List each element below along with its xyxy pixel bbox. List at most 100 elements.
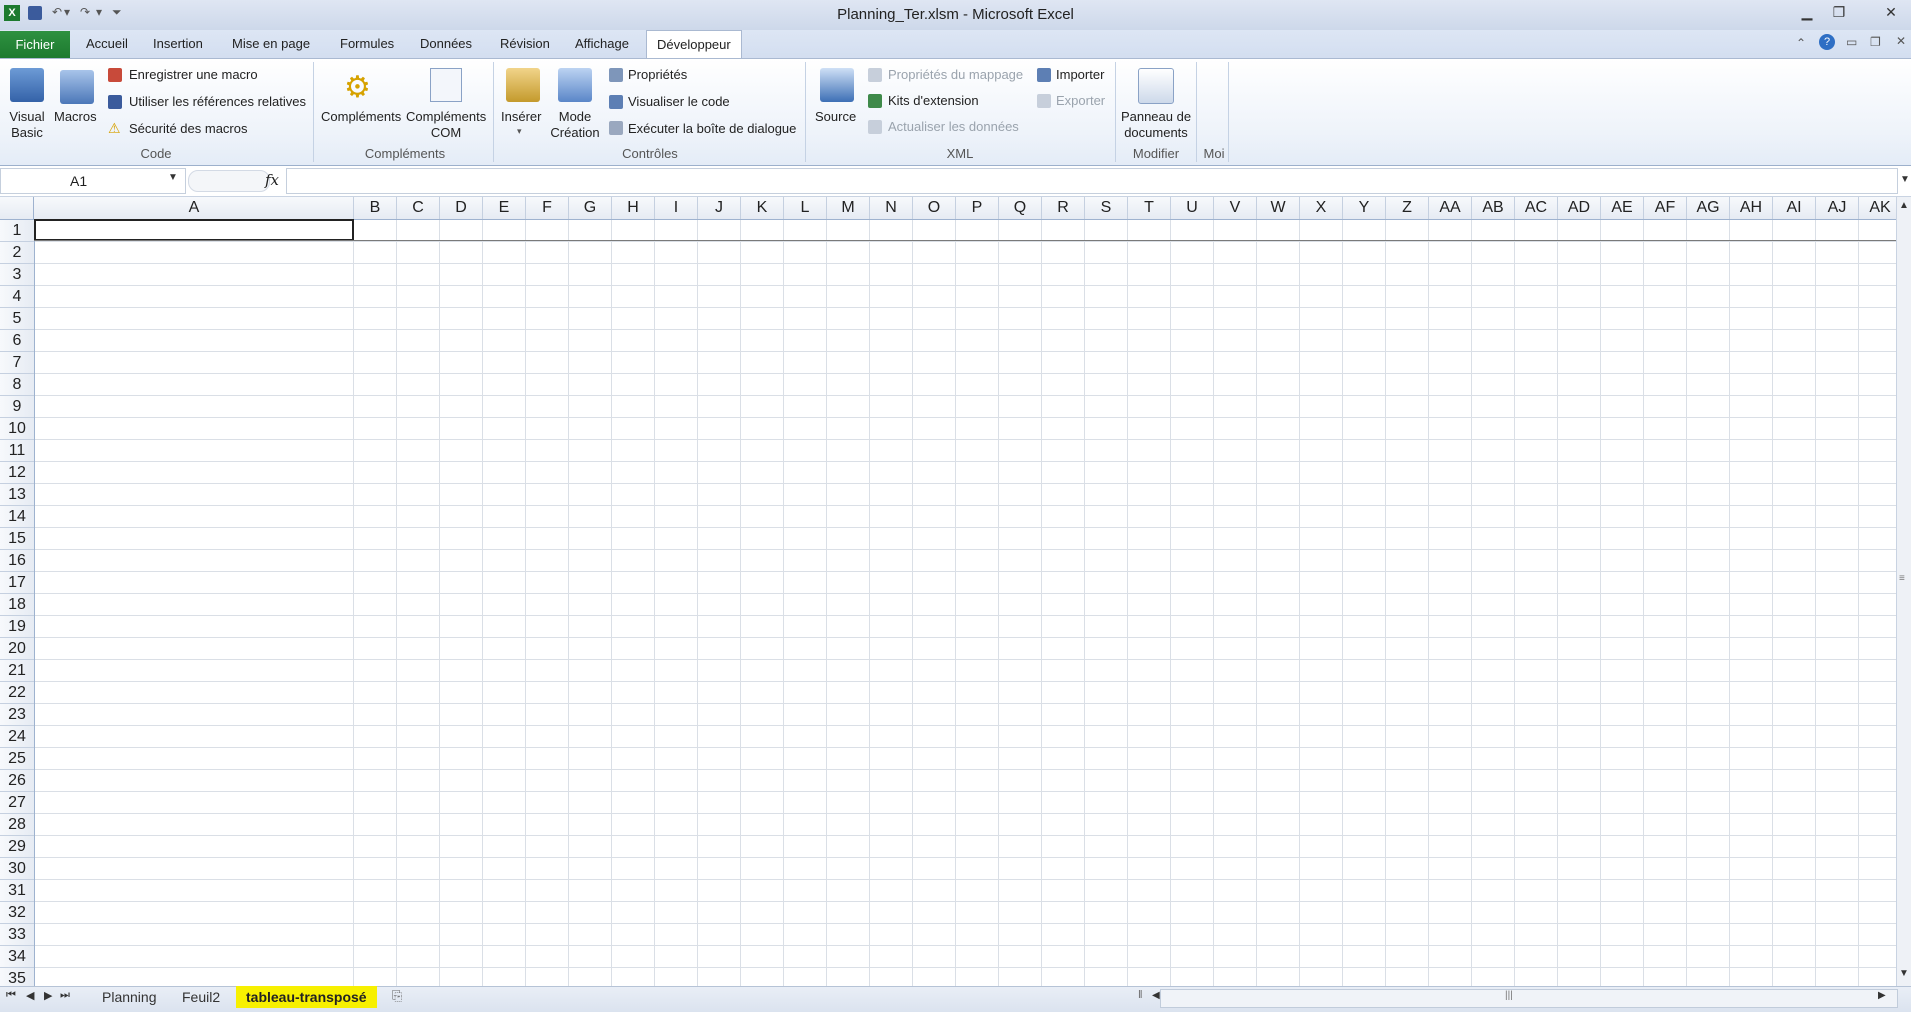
record-macro-button[interactable]: Enregistrer une macro <box>129 67 258 82</box>
row-header-8[interactable]: 8 <box>0 374 34 396</box>
row-header-34[interactable]: 34 <box>0 946 34 968</box>
row-header-16[interactable]: 16 <box>0 550 34 572</box>
scroll-left-icon[interactable]: ◀ <box>1152 990 1160 1001</box>
tab-splitter-handle[interactable]: ‖ <box>1138 989 1143 1001</box>
column-header-q[interactable]: Q <box>999 197 1042 219</box>
insert-button[interactable]: Insérer <box>501 109 541 124</box>
row-header-10[interactable]: 10 <box>0 418 34 440</box>
tab-formules[interactable]: Formules <box>330 32 404 56</box>
row-header-32[interactable]: 32 <box>0 902 34 924</box>
column-header-aj[interactable]: AJ <box>1816 197 1859 219</box>
close-icon[interactable]: ✕ <box>1876 2 1906 22</box>
row-header-23[interactable]: 23 <box>0 704 34 726</box>
column-header-m[interactable]: M <box>827 197 870 219</box>
row-header-21[interactable]: 21 <box>0 660 34 682</box>
last-sheet-icon[interactable]: ⏭ <box>60 989 70 1002</box>
row-header-29[interactable]: 29 <box>0 836 34 858</box>
cell-grid[interactable] <box>35 220 1896 986</box>
column-header-ae[interactable]: AE <box>1601 197 1644 219</box>
properties-button[interactable]: Propriétés <box>628 67 687 82</box>
tab-affichage[interactable]: Affichage <box>565 32 639 56</box>
visual-basic-button[interactable]: Visual Basic <box>9 109 45 141</box>
first-sheet-icon[interactable]: ⏮ <box>6 989 16 1002</box>
row-header-26[interactable]: 26 <box>0 770 34 792</box>
column-header-r[interactable]: R <box>1042 197 1085 219</box>
column-header-i[interactable]: I <box>655 197 698 219</box>
run-dialog-button[interactable]: Exécuter la boîte de dialogue <box>628 121 796 136</box>
row-header-5[interactable]: 5 <box>0 308 34 330</box>
workbook-restore-icon[interactable]: ❐ <box>1870 35 1881 49</box>
column-header-x[interactable]: X <box>1300 197 1343 219</box>
tab-fichier[interactable]: Fichier <box>0 31 70 58</box>
horizontal-scrollbar[interactable] <box>1160 989 1898 1008</box>
refresh-data-button[interactable]: Actualiser les données <box>888 119 1019 134</box>
row-header-22[interactable]: 22 <box>0 682 34 704</box>
column-header-j[interactable]: J <box>698 197 741 219</box>
column-header-v[interactable]: V <box>1214 197 1257 219</box>
complements-button[interactable]: Compléments <box>321 109 401 124</box>
collapse-ribbon-icon[interactable]: ⌃ <box>1796 36 1806 50</box>
macro-security-button[interactable]: Sécurité des macros <box>129 121 248 136</box>
row-header-24[interactable]: 24 <box>0 726 34 748</box>
column-header-l[interactable]: L <box>784 197 827 219</box>
column-header-af[interactable]: AF <box>1644 197 1687 219</box>
row-header-7[interactable]: 7 <box>0 352 34 374</box>
column-header-y[interactable]: Y <box>1343 197 1386 219</box>
column-header-ab[interactable]: AB <box>1472 197 1515 219</box>
tab-accueil[interactable]: Accueil <box>76 32 138 56</box>
view-code-button[interactable]: Visualiser le code <box>628 94 730 109</box>
sheet-tab-planning[interactable]: Planning <box>92 986 167 1008</box>
column-header-ac[interactable]: AC <box>1515 197 1558 219</box>
com-addins-button[interactable]: Compléments COM <box>406 109 486 141</box>
workbook-minimize-icon[interactable]: ▭ <box>1846 35 1857 49</box>
row-header-1[interactable]: 1 <box>0 220 34 242</box>
row-header-15[interactable]: 15 <box>0 528 34 550</box>
vertical-scrollbar[interactable] <box>1896 197 1911 986</box>
source-button[interactable]: Source <box>815 109 856 124</box>
formula-input[interactable] <box>286 168 1898 194</box>
expansion-packs-button[interactable]: Kits d'extension <box>888 93 979 108</box>
document-panel-button[interactable]: Panneau de documents <box>1120 109 1192 141</box>
maximize-icon[interactable]: ❐ <box>1824 2 1854 22</box>
column-header-p[interactable]: P <box>956 197 999 219</box>
row-header-12[interactable]: 12 <box>0 462 34 484</box>
column-header-g[interactable]: G <box>569 197 612 219</box>
row-header-18[interactable]: 18 <box>0 594 34 616</box>
column-header-u[interactable]: U <box>1171 197 1214 219</box>
relative-refs-button[interactable]: Utiliser les références relatives <box>129 94 306 109</box>
minimize-icon[interactable]: ▁ <box>1792 2 1822 22</box>
active-cell-a1[interactable] <box>34 219 354 241</box>
column-header-ai[interactable]: AI <box>1773 197 1816 219</box>
column-header-w[interactable]: W <box>1257 197 1300 219</box>
column-header-ah[interactable]: AH <box>1730 197 1773 219</box>
sheet-tab-tableau-transpose[interactable]: tableau-transposé <box>236 986 377 1008</box>
column-header-h[interactable]: H <box>612 197 655 219</box>
row-header-17[interactable]: 17 <box>0 572 34 594</box>
column-header-o[interactable]: O <box>913 197 956 219</box>
column-header-d[interactable]: D <box>440 197 483 219</box>
column-header-f[interactable]: F <box>526 197 569 219</box>
macros-button[interactable]: Macros <box>54 109 97 124</box>
column-header-b[interactable]: B <box>354 197 397 219</box>
name-box[interactable] <box>0 168 186 194</box>
row-header-25[interactable]: 25 <box>0 748 34 770</box>
column-header-ad[interactable]: AD <box>1558 197 1601 219</box>
map-properties-button[interactable]: Propriétés du mappage <box>888 67 1023 82</box>
row-header-33[interactable]: 33 <box>0 924 34 946</box>
column-header-aa[interactable]: AA <box>1429 197 1472 219</box>
column-header-a[interactable]: A <box>35 197 354 219</box>
prev-sheet-icon[interactable]: ◀ <box>26 989 34 1002</box>
import-button[interactable]: Importer <box>1056 67 1104 82</box>
workbook-close-icon[interactable]: ✕ <box>1896 34 1906 48</box>
name-box-dropdown-icon[interactable]: ▼ <box>168 172 178 183</box>
row-header-13[interactable]: 13 <box>0 484 34 506</box>
row-header-19[interactable]: 19 <box>0 616 34 638</box>
row-header-14[interactable]: 14 <box>0 506 34 528</box>
column-header-c[interactable]: C <box>397 197 440 219</box>
insert-sheet-icon[interactable]: ⎘ <box>392 988 402 1004</box>
column-header-z[interactable]: Z <box>1386 197 1429 219</box>
export-button[interactable]: Exporter <box>1056 93 1105 108</box>
row-header-20[interactable]: 20 <box>0 638 34 660</box>
scroll-down-icon[interactable]: ▼ <box>1899 968 1909 979</box>
column-header-s[interactable]: S <box>1085 197 1128 219</box>
